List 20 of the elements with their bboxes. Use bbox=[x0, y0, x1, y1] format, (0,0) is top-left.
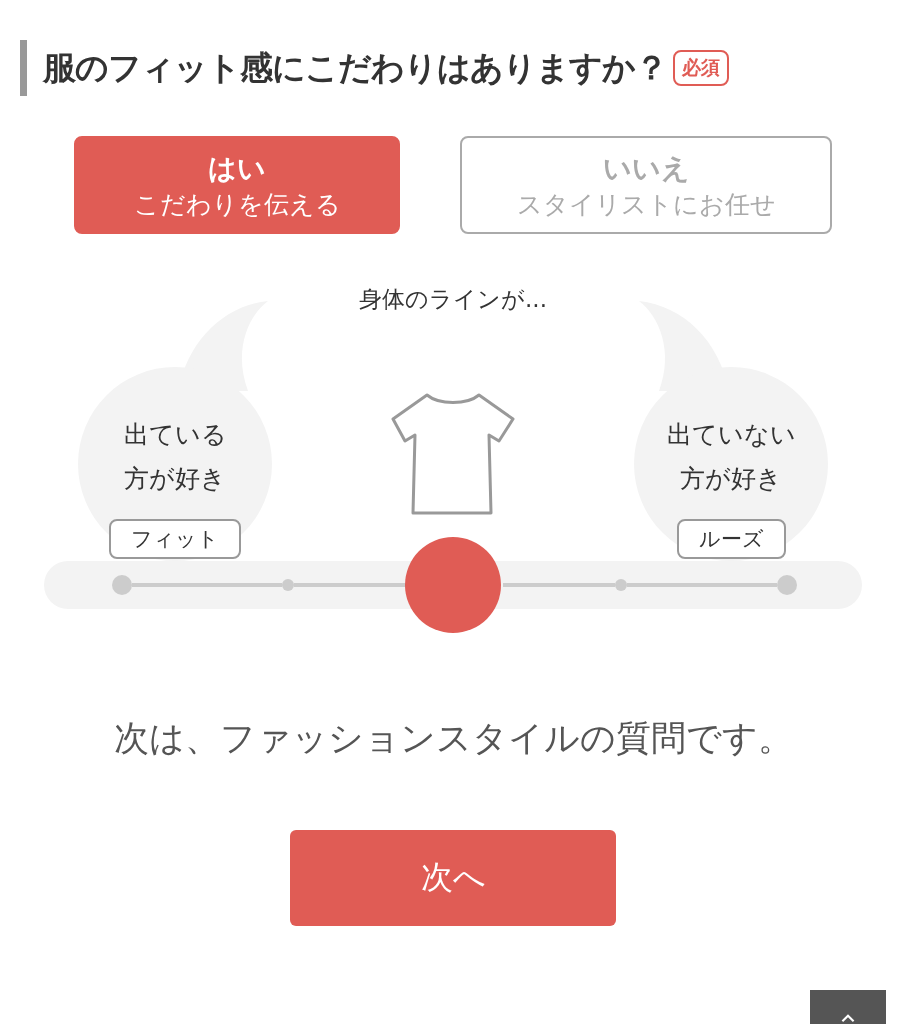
scale-caption: 身体のラインが... bbox=[358, 285, 548, 314]
slider-stop-dot bbox=[112, 575, 132, 595]
slider-stop-dot bbox=[777, 575, 797, 595]
required-badge: 必須 bbox=[673, 50, 729, 86]
scale-tag: フィット bbox=[109, 519, 241, 559]
bubble-text: 出ていない bbox=[666, 419, 796, 451]
scale-tag: ルーズ bbox=[676, 519, 786, 559]
bubble-text: 方が好き bbox=[680, 463, 782, 495]
message-text: 次は、ファッションスタイルの質問です。 bbox=[112, 717, 794, 760]
choice-button[interactable]: はい こだわりを伝える bbox=[74, 136, 400, 234]
slider-stop-dot bbox=[282, 579, 295, 591]
bubble-text: 出ている bbox=[123, 419, 227, 451]
accent-bar bbox=[20, 40, 27, 96]
bubble-text: 方が好き bbox=[124, 463, 226, 495]
slider-stop-dot bbox=[614, 579, 627, 591]
choice-button[interactable]: いいえ スタイリストにお任せ bbox=[460, 136, 832, 234]
t-shirt-icon bbox=[391, 393, 515, 515]
question-title: 服のフィット感にこだわりはありますか？ bbox=[43, 46, 667, 89]
next-button[interactable]: 次へ bbox=[290, 830, 616, 926]
caret-icon bbox=[841, 1014, 855, 1023]
